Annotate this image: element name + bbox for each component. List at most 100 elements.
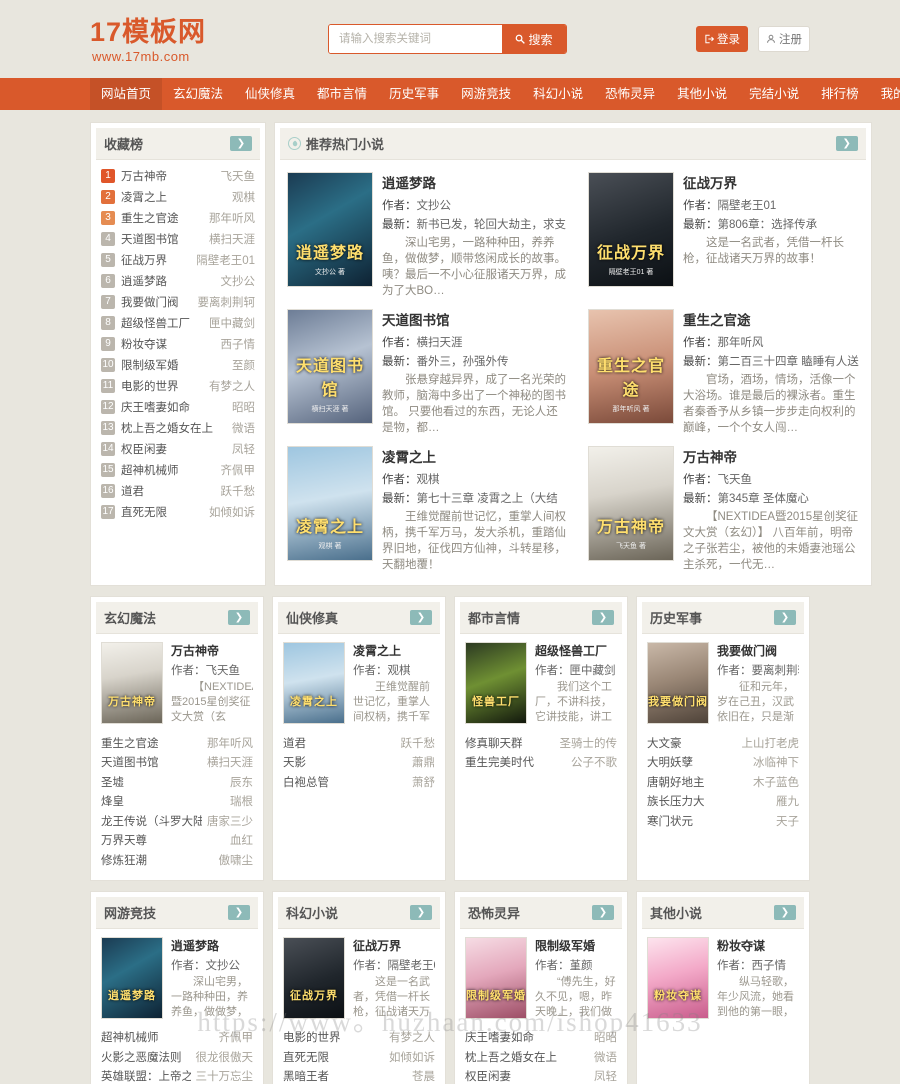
search-button[interactable]: 搜索	[502, 25, 566, 53]
book-cover[interactable]: 征战万界 隔壁老王01 著	[588, 172, 674, 287]
novel-title[interactable]: 族长压力大	[647, 793, 705, 809]
rank-row[interactable]: 10 限制级军婚 至颜	[101, 354, 255, 375]
category-list-row[interactable]: 天道图书馆 横扫天涯	[101, 753, 253, 773]
chevron-right-icon[interactable]: ❯	[410, 610, 432, 625]
nav-item-10[interactable]: 排行榜	[810, 78, 870, 110]
novel-title[interactable]: 唐朝好地主	[647, 774, 705, 790]
recommended-item[interactable]: 万古神帝 飞天鱼 著万古神帝 作者：飞天鱼 最新：第345章 圣体魔心 【NEXTIDE…	[588, 446, 859, 573]
novel-title[interactable]: 征战万界	[353, 937, 435, 954]
category-list-row[interactable]: 超神机械师 齐佩甲	[101, 1028, 253, 1048]
novel-title[interactable]: 我要做门阀	[717, 642, 799, 659]
rank-row[interactable]: 12 庆王嗜妻如命 昭昭	[101, 396, 255, 417]
novel-latest-chapter[interactable]: 第七十三章 凌霄之上（大结	[417, 493, 558, 505]
nav-item-0[interactable]: 网站首页	[90, 78, 163, 110]
rank-novel-title[interactable]: 直死无限	[121, 504, 167, 520]
novel-title[interactable]: 电影的世界	[283, 1029, 341, 1045]
novel-title[interactable]: 圣墟	[101, 774, 124, 790]
novel-title[interactable]: 万界天尊	[101, 832, 147, 848]
recommended-item[interactable]: 天道图书馆 横扫天涯 著天道图书馆 作者：横扫天涯 最新：番外三，孙强外传 张悬穿越异界…	[287, 309, 566, 436]
novel-title[interactable]: 烽皇	[101, 793, 124, 809]
novel-title[interactable]: 庆王嗜妻如命	[465, 1029, 534, 1045]
site-logo[interactable]: 17模板网 www.17mb.com	[90, 14, 290, 64]
chevron-right-icon[interactable]: ❯	[228, 610, 250, 625]
novel-latest-chapter[interactable]: 第806章：选择传承	[718, 219, 818, 231]
rank-novel-title[interactable]: 电影的世界	[121, 378, 179, 394]
novel-title[interactable]: 大明妖孽	[647, 754, 693, 770]
nav-item-1[interactable]: 玄幻魔法	[162, 78, 234, 110]
novel-title[interactable]: 大文豪	[647, 735, 682, 751]
novel-title[interactable]: 超级怪兽工厂	[535, 642, 617, 659]
nav-item-2[interactable]: 仙侠修真	[234, 78, 306, 110]
book-cover[interactable]: 怪兽工厂	[465, 642, 527, 724]
category-list-row[interactable]: 道君 跃千愁	[283, 733, 435, 753]
rank-row[interactable]: 4 天道图书馆 横扫天涯	[101, 228, 255, 249]
rank-row[interactable]: 15 超神机械师 齐佩甲	[101, 459, 255, 480]
category-list-row[interactable]: 直死无限 如倾如诉	[283, 1047, 435, 1067]
chevron-right-icon[interactable]: ❯	[410, 904, 432, 920]
chevron-right-icon[interactable]: ❯	[230, 136, 252, 151]
rank-novel-title[interactable]: 超级怪兽工厂	[121, 315, 190, 331]
novel-title[interactable]: 黑暗王者	[283, 1068, 329, 1084]
novel-title[interactable]: 超神机械师	[101, 1029, 159, 1045]
book-cover[interactable]: 凌霄之上	[283, 642, 345, 724]
category-list-row[interactable]: 万界天尊 血红	[101, 831, 253, 851]
category-list-row[interactable]: 庆王嗜妻如命 昭昭	[465, 1028, 617, 1048]
nav-item-5[interactable]: 网游竞技	[450, 78, 522, 110]
category-list-row[interactable]: 修炼狂潮 傲啸尘	[101, 850, 253, 870]
category-feature[interactable]: 逍遥梦路逍遥梦路作者：文抄公深山宅男，一路种种田，养养鱼，做做梦，顺带悠闲成长的…	[101, 936, 253, 1020]
book-cover[interactable]: 我要做门阀	[647, 642, 709, 724]
novel-latest-chapter[interactable]: 第345章 圣体魔心	[718, 493, 809, 505]
rank-novel-title[interactable]: 征战万界	[121, 252, 167, 268]
rank-novel-title[interactable]: 粉妆夺谋	[121, 336, 167, 352]
category-list-row[interactable]: 重生之官途 那年听风	[101, 733, 253, 753]
rank-row[interactable]: 5 征战万界 隔壁老王01	[101, 249, 255, 270]
rank-novel-title[interactable]: 超神机械师	[121, 462, 179, 478]
novel-title[interactable]: 天道图书馆	[101, 754, 159, 770]
rank-row[interactable]: 2 凌霄之上 观棋	[101, 186, 255, 207]
rank-novel-title[interactable]: 庆王嗜妻如命	[121, 399, 190, 415]
category-list-row[interactable]: 唐朝好地主 木子蓝色	[647, 772, 799, 792]
category-list-row[interactable]: 枕上吾之婚女在上 微语	[465, 1047, 617, 1067]
rank-novel-title[interactable]: 枕上吾之婚女在上	[121, 420, 213, 436]
recommended-item[interactable]: 逍遥梦路 文抄公 著逍遥梦路 作者：文抄公 最新：新书已发，轮回大劫主，求支 深山宅男，…	[287, 172, 566, 299]
category-feature[interactable]: 万古神帝万古神帝作者：飞天鱼【NEXTIDEA暨2015星创奖征文大赏（玄幻）】…	[101, 642, 253, 725]
register-button[interactable]: 注册	[758, 26, 810, 52]
chevron-right-icon[interactable]: ❯	[592, 610, 614, 625]
rank-novel-title[interactable]: 凌霄之上	[121, 189, 167, 205]
rank-row[interactable]: 6 逍遥梦路 文抄公	[101, 270, 255, 291]
rank-row[interactable]: 7 我要做门阀 要离刺荆轲	[101, 291, 255, 312]
category-feature[interactable]: 粉妆夺谋粉妆夺谋作者：西子情纵马轻歌，年少风流，她看到他的第一眼，就知道，这一辈…	[647, 936, 799, 1020]
category-feature[interactable]: 怪兽工厂 超级怪兽工厂作者：匣中藏剑我们这个工厂，不讲科技，它讲技能，讲工具。大锤…	[465, 642, 617, 725]
recommended-item[interactable]: 征战万界 隔壁老王01 著征战万界 作者：隔壁老王01 最新：第806章：选择传承 这是…	[588, 172, 859, 299]
book-cover[interactable]: 万古神帝 飞天鱼 著	[588, 446, 674, 561]
novel-title[interactable]: 枕上吾之婚女在上	[465, 1049, 557, 1065]
rank-novel-title[interactable]: 万古神帝	[121, 168, 167, 184]
category-list-row[interactable]: 寒门状元 天子	[647, 811, 799, 831]
book-cover[interactable]: 粉妆夺谋	[647, 936, 709, 1019]
novel-title[interactable]: 万古神帝	[171, 642, 253, 659]
chevron-right-icon[interactable]: ❯	[592, 904, 614, 920]
category-list-row[interactable]: 龙王传说（斗罗大陆3 唐家三少	[101, 811, 253, 831]
chevron-right-icon[interactable]: ❯	[774, 904, 796, 920]
chevron-right-icon[interactable]: ❯	[228, 904, 250, 920]
novel-title[interactable]: 火影之恶魔法则	[101, 1049, 182, 1065]
rank-row[interactable]: 3 重生之官途 那年听风	[101, 207, 255, 228]
novel-title[interactable]: 直死无限	[283, 1049, 329, 1065]
category-list-row[interactable]: 烽皇 瑞根	[101, 792, 253, 812]
rank-novel-title[interactable]: 道君	[121, 483, 144, 499]
chevron-right-icon[interactable]: ❯	[774, 610, 796, 625]
novel-title[interactable]: 白袍总管	[283, 774, 329, 790]
book-cover[interactable]: 征战万界	[283, 936, 345, 1019]
category-list-row[interactable]: 天影 蕭鼎	[283, 753, 435, 773]
novel-title[interactable]: 征战万界	[683, 172, 859, 192]
nav-item-7[interactable]: 恐怖灵异	[594, 78, 666, 110]
category-list-row[interactable]: 白袍总管 萧舒	[283, 772, 435, 792]
novel-title[interactable]: 天影	[283, 754, 306, 770]
category-list-row[interactable]: 修真聊天群 圣骑士的传	[465, 733, 617, 753]
chevron-right-icon[interactable]: ❯	[835, 136, 858, 151]
category-feature[interactable]: 征战万界征战万界作者：隔壁老王01这是一名武者，凭借一杆长枪，征战诸天万界的故事…	[283, 936, 435, 1020]
rank-row[interactable]: 1 万古神帝 飞天鱼	[101, 165, 255, 186]
novel-title[interactable]: 凌霄之上	[382, 446, 566, 466]
login-button[interactable]: 登录	[696, 26, 748, 52]
rank-novel-title[interactable]: 权臣闲妻	[121, 441, 167, 457]
